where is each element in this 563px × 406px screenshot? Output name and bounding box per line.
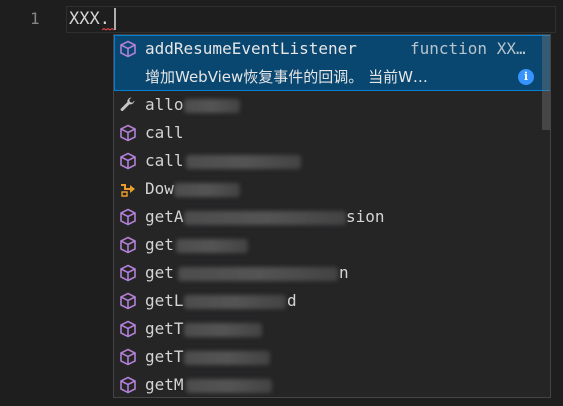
suggest-item[interactable]: getA sion bbox=[114, 203, 541, 231]
redacted-text bbox=[184, 99, 240, 113]
current-line-highlight bbox=[66, 6, 556, 33]
suggest-item[interactable]: allo bbox=[114, 91, 541, 119]
method-cube-icon bbox=[120, 40, 136, 58]
suggest-item-label: addResumeEventListener bbox=[145, 39, 357, 58]
method-cube-icon bbox=[120, 208, 136, 226]
redacted-text bbox=[184, 323, 262, 337]
suggest-item-label: get bbox=[145, 235, 174, 254]
suggest-item[interactable]: getL d bbox=[114, 287, 541, 315]
suggest-scrollbar[interactable] bbox=[542, 35, 550, 397]
method-cube-icon bbox=[120, 320, 136, 338]
suggest-item-label: Dow bbox=[145, 179, 174, 198]
suggest-item-label: call bbox=[145, 151, 184, 170]
suggest-item-detail: function XX… bbox=[410, 39, 526, 58]
suggest-item-label: getT bbox=[145, 347, 184, 366]
suggest-item[interactable]: get bbox=[114, 231, 541, 259]
redacted-text bbox=[184, 211, 346, 225]
suggest-item-focused[interactable]: addResumeEventListener function XX… bbox=[114, 35, 541, 63]
suggest-item-doc: 增加WebView恢复事件的回调。 当前W… bbox=[145, 68, 428, 86]
redacted-text bbox=[178, 267, 338, 281]
info-icon[interactable]: i bbox=[518, 69, 534, 85]
redacted-text bbox=[186, 155, 301, 169]
suggest-item-suffix: d bbox=[287, 291, 297, 310]
code-editor[interactable]: 1 XXX. addResumeEventListener function X… bbox=[0, 0, 563, 406]
suggest-item[interactable]: getM bbox=[114, 371, 541, 397]
redacted-text bbox=[186, 379, 272, 393]
suggest-item[interactable]: call bbox=[114, 119, 541, 147]
suggest-item-label: getT bbox=[145, 319, 184, 338]
suggest-item[interactable]: getT bbox=[114, 315, 541, 343]
redacted-text bbox=[174, 183, 240, 197]
suggest-item-suffix: sion bbox=[346, 207, 385, 226]
suggest-item[interactable]: getT bbox=[114, 343, 541, 371]
suggest-item[interactable]: Dow bbox=[114, 175, 541, 203]
redacted-text bbox=[184, 351, 270, 365]
method-cube-icon bbox=[120, 348, 136, 366]
suggest-item-label: get bbox=[145, 263, 174, 282]
redacted-text bbox=[176, 239, 248, 253]
suggest-item-label: getM bbox=[145, 375, 184, 394]
suggest-widget[interactable]: addResumeEventListener function XX… 增加We… bbox=[113, 34, 551, 398]
method-cube-icon bbox=[120, 124, 136, 142]
method-cube-icon bbox=[120, 152, 136, 170]
wrench-icon bbox=[120, 97, 135, 111]
suggest-item[interactable]: get n bbox=[114, 259, 541, 287]
suggest-item-suffix: n bbox=[339, 263, 349, 282]
event-icon bbox=[121, 184, 135, 197]
suggest-item-label: getL bbox=[145, 291, 184, 310]
suggest-item-label: allo bbox=[145, 95, 184, 114]
text-cursor bbox=[114, 8, 116, 30]
method-cube-icon bbox=[120, 292, 136, 310]
suggest-item-label: getA bbox=[145, 207, 184, 226]
scrollbar-thumb[interactable] bbox=[542, 35, 550, 130]
focused-suggestion[interactable]: addResumeEventListener function XX… 增加We… bbox=[114, 35, 550, 91]
method-cube-icon bbox=[120, 264, 136, 282]
code-text[interactable]: XXX. bbox=[69, 9, 110, 29]
method-cube-icon bbox=[120, 376, 136, 394]
method-cube-icon bbox=[120, 236, 136, 254]
suggest-item-label: call bbox=[145, 123, 184, 142]
line-number: 1 bbox=[30, 9, 40, 28]
redacted-text bbox=[184, 295, 286, 309]
error-squiggle bbox=[102, 28, 114, 31]
suggest-item[interactable]: call bbox=[114, 147, 541, 175]
